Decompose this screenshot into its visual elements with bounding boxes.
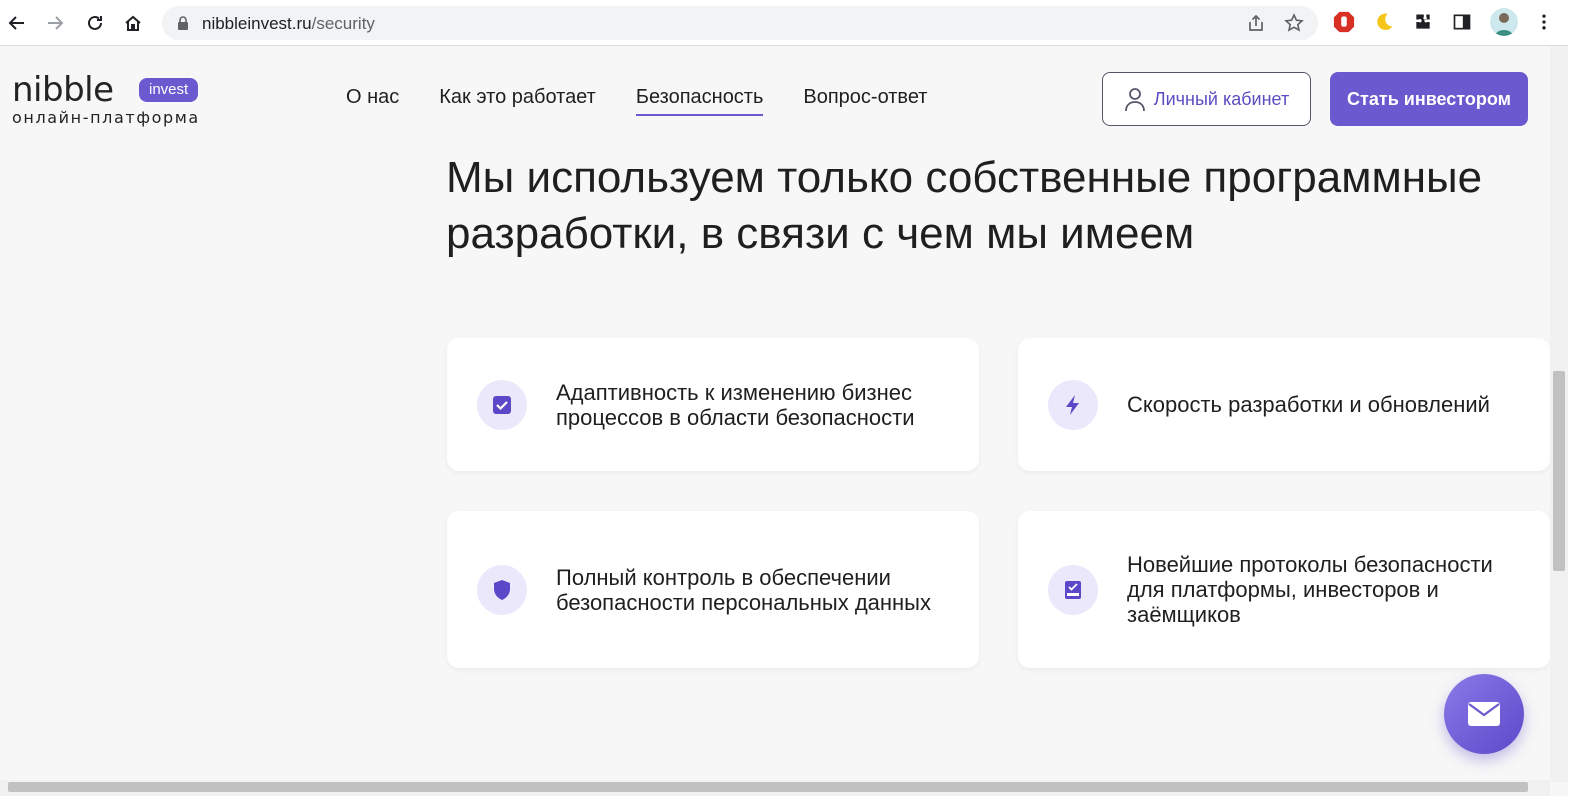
- document-icon: [1065, 580, 1081, 599]
- reload-icon: [88, 15, 102, 30]
- stop-hand-icon: [1333, 11, 1355, 33]
- feature-text: Скорость разработки и обновлений: [1127, 392, 1490, 417]
- forward-button[interactable]: [42, 10, 68, 36]
- main-nav: О нас Как это работает Безопасность Вопр…: [346, 86, 927, 116]
- url-text: nibbleinvest.ru/security: [202, 14, 375, 34]
- home-button[interactable]: [120, 10, 146, 36]
- shield-icon: [494, 579, 510, 600]
- kebab-menu-icon: [1542, 14, 1546, 30]
- feature-icon-badge: [1048, 379, 1098, 430]
- personal-account-label: Личный кабинет: [1153, 88, 1290, 109]
- star-icon[interactable]: [1284, 13, 1304, 33]
- browser-toolbar: nibbleinvest.ru/security: [0, 0, 1586, 46]
- adblock-extension-button[interactable]: [1332, 10, 1356, 34]
- section-headline: Мы используем только собственные програм…: [446, 153, 1483, 258]
- side-panel-button[interactable]: [1450, 10, 1474, 34]
- feature-icon-badge: [1048, 564, 1098, 615]
- feature-card: Новейшие протоколы безопасности для плат…: [1018, 511, 1550, 668]
- check-square-icon: [493, 395, 511, 414]
- vertical-scrollbar[interactable]: [1550, 46, 1568, 782]
- home-icon: [125, 15, 141, 31]
- horizontal-scroll-thumb[interactable]: [8, 782, 1528, 792]
- nav-item-security[interactable]: Безопасность: [635, 86, 763, 116]
- window-edge: [1568, 0, 1586, 796]
- moon-icon: [1377, 13, 1393, 30]
- user-icon: [1124, 88, 1145, 112]
- nav-item-about[interactable]: О нас: [346, 86, 399, 116]
- personal-account-button[interactable]: Личный кабинет: [1102, 72, 1311, 126]
- logo-tagline: онлайн-платформа: [12, 108, 200, 127]
- url-path: /security: [311, 14, 375, 33]
- site-logo[interactable]: nibble invest онлайн-платформа: [12, 70, 202, 130]
- vertical-scroll-thumb[interactable]: [1553, 371, 1565, 571]
- feature-text: Новейшие протоколы безопасности для плат…: [1127, 552, 1493, 627]
- feature-text: Адаптивность к изменению бизнес процессо…: [556, 379, 915, 430]
- share-icon[interactable]: [1246, 13, 1266, 33]
- back-button[interactable]: [4, 10, 30, 36]
- logo-wordmark: nibble: [12, 70, 114, 110]
- feature-card: Скорость разработки и обновлений: [1018, 338, 1550, 471]
- address-bar[interactable]: nibbleinvest.ru/security: [162, 6, 1318, 40]
- feature-card: Полный контроль в обеспечении безопаснос…: [447, 511, 979, 668]
- contact-mail-button[interactable]: [1444, 674, 1524, 754]
- nav-item-how-it-works[interactable]: Как это работает: [439, 86, 596, 116]
- become-investor-button[interactable]: Стать инвестором: [1330, 72, 1528, 126]
- url-host: nibbleinvest.ru: [202, 14, 312, 33]
- dark-mode-extension-button[interactable]: [1372, 10, 1396, 34]
- side-panel-icon: [1453, 14, 1471, 30]
- horizontal-scrollbar[interactable]: [0, 780, 1550, 796]
- nav-item-faq[interactable]: Вопрос-ответ: [803, 86, 927, 116]
- reload-button[interactable]: [82, 10, 108, 36]
- feature-card: Адаптивность к изменению бизнес процессо…: [447, 338, 979, 471]
- lightning-icon: [1066, 394, 1079, 415]
- mail-icon: [1468, 702, 1500, 726]
- logo-badge: invest: [139, 78, 199, 102]
- browser-menu-button[interactable]: [1532, 10, 1556, 34]
- feature-icon-badge: [477, 379, 527, 430]
- arrow-left-icon: [8, 16, 24, 30]
- lock-icon: [178, 16, 188, 30]
- puzzle-icon: [1416, 14, 1430, 29]
- feature-text: Полный контроль в обеспечении безопаснос…: [556, 564, 931, 615]
- avatar-icon: [1495, 13, 1513, 36]
- extensions-button[interactable]: [1411, 10, 1435, 34]
- arrow-right-icon: [48, 16, 64, 30]
- feature-icon-badge: [477, 564, 527, 615]
- profile-avatar[interactable]: [1490, 8, 1518, 36]
